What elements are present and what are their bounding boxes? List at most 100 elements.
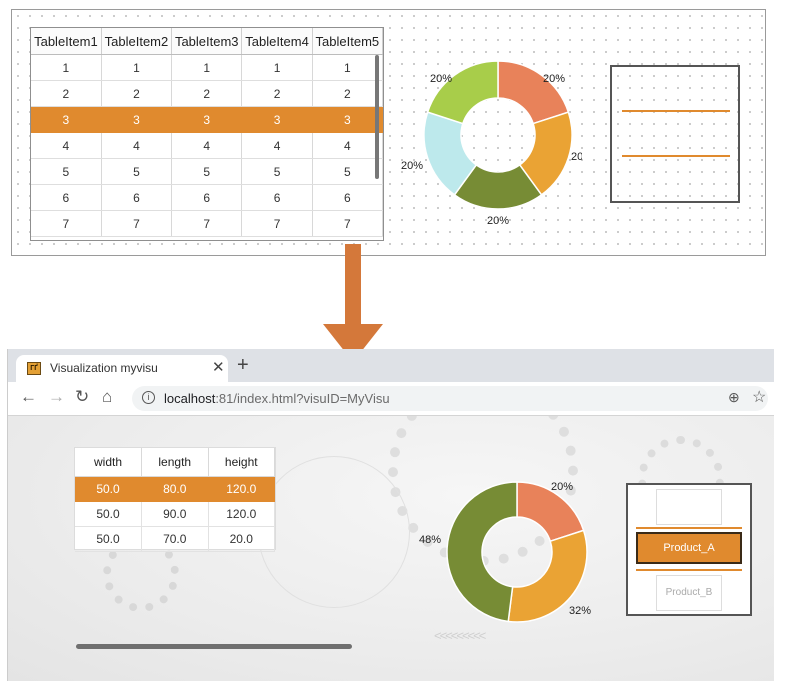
browser-tab[interactable]: ГҐ Visualization myvisu ✕ <box>16 355 228 382</box>
zoom-icon[interactable]: ⊕ <box>728 389 740 406</box>
table-cell[interactable]: 1 <box>241 54 313 81</box>
editor-table-row[interactable]: 66666 <box>31 184 383 211</box>
close-tab-icon[interactable]: ✕ <box>212 358 225 376</box>
back-arrow-icon[interactable]: ← <box>20 387 37 407</box>
editor-table-row[interactable]: 44444 <box>31 132 383 159</box>
table-cell[interactable]: 6 <box>101 184 173 211</box>
table-cell[interactable]: 3 <box>241 106 313 133</box>
reload-icon[interactable]: ↻ <box>75 387 89 407</box>
donut-slice-label: 20% <box>401 160 423 172</box>
runtime-table[interactable]: width length height 50.0 80.0 120.0 50.0 90.… <box>74 447 276 552</box>
editor-col-header[interactable]: TableItem3 <box>171 28 243 55</box>
table-cell[interactable]: 5 <box>101 158 173 185</box>
table-cell[interactable]: 7 <box>31 210 102 237</box>
runtime-table-header: width length height <box>75 448 275 477</box>
table-row[interactable]: 50.0 80.0 120.0 <box>75 476 275 502</box>
donut-slice-label: 20% <box>551 481 573 493</box>
address-bar[interactable]: i localhost:81/index.html?visuID=MyVisu … <box>132 386 768 411</box>
donut-slice <box>426 60 499 125</box>
product-b-slot[interactable]: Product_B <box>656 575 722 611</box>
home-icon[interactable]: ⌂ <box>102 387 112 407</box>
new-tab-button[interactable]: + <box>237 355 249 375</box>
bookmark-star-icon[interactable]: ☆ <box>752 387 766 407</box>
table-cell[interactable]: 7 <box>312 210 383 237</box>
table-cell[interactable]: 4 <box>241 132 313 159</box>
editor-col-header[interactable]: TableItem1 <box>31 28 102 55</box>
forward-arrow-icon[interactable]: → <box>48 387 65 407</box>
col-header-width[interactable]: width <box>75 448 142 477</box>
donut-slice <box>497 60 570 125</box>
editor-table-row[interactable]: 55555 <box>31 158 383 185</box>
table-cell[interactable]: 2 <box>241 80 313 107</box>
editor-donut-chart: 20% 20% 20% 20% 20% <box>401 60 582 227</box>
table-cell[interactable]: 7 <box>101 210 173 237</box>
table-cell[interactable]: 5 <box>31 158 102 185</box>
table-cell[interactable]: 3 <box>312 106 383 133</box>
down-arrow-icon <box>323 244 383 362</box>
table-cell[interactable]: 50.0 <box>75 501 142 527</box>
table-cell[interactable]: 6 <box>31 184 102 211</box>
url-host: localhost <box>164 391 216 406</box>
table-cell[interactable]: 2 <box>31 80 102 107</box>
table-cell[interactable]: 80.0 <box>141 476 209 502</box>
editor-col-header[interactable]: TableItem4 <box>241 28 313 55</box>
table-cell[interactable]: 5 <box>241 158 313 185</box>
col-header-length[interactable]: length <box>141 448 209 477</box>
editor-table-row[interactable]: 33333 <box>31 106 383 133</box>
table-cell[interactable]: 120.0 <box>208 501 275 527</box>
table-cell[interactable]: 2 <box>101 80 173 107</box>
tab-strip: ГҐ Visualization myvisu ✕ + <box>8 349 774 382</box>
table-cell[interactable]: 1 <box>312 54 383 81</box>
table-cell[interactable]: 5 <box>171 158 243 185</box>
table-cell[interactable]: 1 <box>171 54 243 81</box>
table-cell[interactable]: 6 <box>312 184 383 211</box>
table-cell[interactable]: 70.0 <box>141 526 209 552</box>
donut-slice-label: 20% <box>571 151 582 163</box>
table-cell[interactable]: 4 <box>312 132 383 159</box>
editor-col-header[interactable]: TableItem2 <box>101 28 173 55</box>
table-cell[interactable]: 3 <box>171 106 243 133</box>
table-cell[interactable]: 2 <box>171 80 243 107</box>
circle-background-decoration <box>258 456 410 608</box>
product-a-button[interactable]: Product_A <box>636 532 742 564</box>
table-cell[interactable]: 6 <box>241 184 313 211</box>
product-slot-empty[interactable] <box>656 489 722 525</box>
product-divider-line <box>636 569 742 571</box>
table-cell[interactable]: 90.0 <box>141 501 209 527</box>
donut-slice-label: 20% <box>430 73 452 85</box>
table-row[interactable]: 50.0 90.0 120.0 <box>75 501 275 527</box>
table-cell[interactable]: 50.0 <box>75 476 142 502</box>
product-divider-line <box>636 527 742 529</box>
url-text: localhost:81/index.html?visuID=MyVisu <box>164 391 390 406</box>
table-cell[interactable]: 3 <box>31 106 102 133</box>
table-cell[interactable]: 20.0 <box>208 526 275 552</box>
table-cell[interactable]: 7 <box>241 210 313 237</box>
table-cell[interactable]: 3 <box>101 106 173 133</box>
editor-table-row[interactable]: 22222 <box>31 80 383 107</box>
table-cell[interactable]: 4 <box>31 132 102 159</box>
table-cell[interactable]: 7 <box>171 210 243 237</box>
editor-col-header[interactable]: TableItem5 <box>312 28 383 55</box>
col-header-height[interactable]: height <box>208 448 275 477</box>
browser-window: ГҐ Visualization myvisu ✕ + ← → ↻ ⌂ i lo… <box>7 349 774 681</box>
table-cell[interactable]: 50.0 <box>75 526 142 552</box>
table-cell[interactable]: 120.0 <box>208 476 275 502</box>
table-cell[interactable]: 1 <box>31 54 102 81</box>
table-cell[interactable]: 5 <box>312 158 383 185</box>
editor-table-row[interactable]: 77777 <box>31 210 383 237</box>
codesys-favicon-icon: ГҐ <box>27 362 41 375</box>
editor-divider-line <box>622 155 730 157</box>
editor-table-row[interactable]: 11111 <box>31 54 383 81</box>
table-cell[interactable]: 2 <box>312 80 383 107</box>
editor-canvas: TableItem1 TableItem2 TableItem3 TableIt… <box>11 9 766 256</box>
horizontal-scrollbar[interactable] <box>76 644 352 649</box>
editor-table[interactable]: TableItem1 TableItem2 TableItem3 TableIt… <box>30 27 384 241</box>
browser-toolbar: ← → ↻ ⌂ i localhost:81/index.html?visuID… <box>8 382 774 416</box>
table-cell[interactable]: 4 <box>171 132 243 159</box>
site-info-icon[interactable]: i <box>142 391 155 404</box>
table-cell[interactable]: 6 <box>171 184 243 211</box>
editor-table-scrollbar[interactable] <box>375 55 379 179</box>
table-cell[interactable]: 1 <box>101 54 173 81</box>
table-cell[interactable]: 4 <box>101 132 173 159</box>
table-row[interactable]: 50.0 70.0 20.0 <box>75 526 275 552</box>
